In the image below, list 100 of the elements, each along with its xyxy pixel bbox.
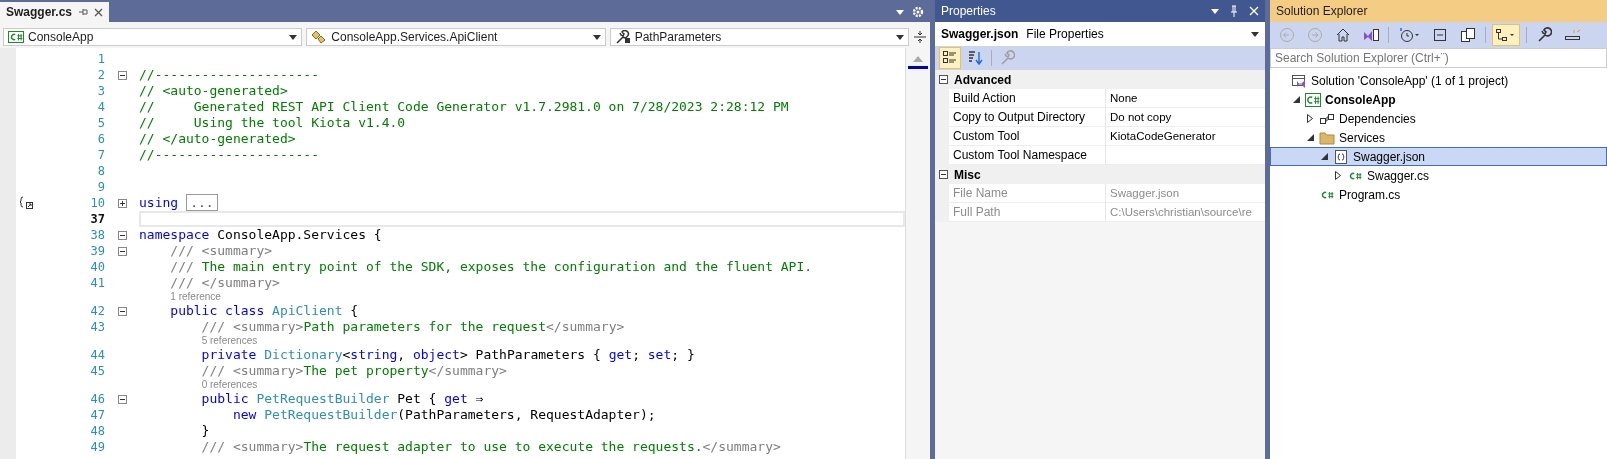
line-number: 10 (89, 196, 105, 210)
tree-item[interactable]: Solution 'ConsoleApp' (1 of 1 project) (1270, 71, 1607, 90)
line-number: 42 (89, 304, 105, 318)
code-line: public class ApiClient { (169, 303, 360, 319)
line-number: 44 (89, 348, 105, 362)
forward-icon (1307, 27, 1323, 43)
panel-title: Properties (941, 4, 996, 18)
preview-icon (1564, 27, 1582, 43)
code-line: /// <summary> (169, 243, 274, 259)
line-number: 2 (96, 68, 105, 82)
line-number: 39 (89, 244, 105, 258)
code-line: /// <summary>Path parameters for the request</summary> (200, 319, 626, 335)
line-number: 43 (89, 320, 105, 334)
tree-item[interactable]: ConsoleApp (1270, 90, 1607, 109)
hierarchy-icon (1495, 27, 1517, 43)
category-name: Misc (954, 167, 981, 182)
code-line: public PetRequestBuilder Pet { get ⇒ (200, 391, 485, 407)
expand-icon (117, 198, 127, 208)
collapse-all-icon (1432, 27, 1448, 43)
collapse-icon (939, 75, 948, 84)
close-icon (1249, 6, 1259, 16)
panel-title: Solution Explorer (1276, 4, 1368, 18)
scroll-up-icon (913, 56, 923, 62)
line-number: 7 (96, 148, 105, 162)
property-name[interactable]: Custom Tool Namespace (949, 146, 1106, 165)
collapse-icon (117, 230, 127, 240)
property-value[interactable]: KiotaCodeGenerator (1106, 127, 1265, 146)
sort-icon (968, 50, 984, 66)
collapse-icon (117, 246, 127, 256)
dropdown-arrow-icon (896, 9, 904, 15)
line-number: 6 (96, 132, 105, 146)
line-number: 37 (89, 212, 105, 226)
line-number: 49 (89, 440, 105, 454)
line-number: 4 (96, 100, 105, 114)
collapsed-arrow-icon (1307, 114, 1313, 123)
code-line: // Using the tool Kiota v1.4.0 (139, 115, 407, 131)
switch-views-icon (1363, 27, 1379, 43)
line-number: 5 (96, 116, 105, 130)
expanded-arrow-icon (1306, 134, 1314, 141)
home-icon (1335, 27, 1351, 43)
tree-item[interactable]: Services (1270, 128, 1607, 147)
navigation-dropdown[interactable]: ConsoleApp (3, 28, 303, 46)
line-number: 40 (89, 260, 105, 274)
dropdown-arrow-icon (1211, 8, 1219, 14)
property-name[interactable]: Copy to Output Directory (949, 108, 1106, 127)
categorized-icon (942, 50, 958, 66)
expanded-arrow-icon (1292, 96, 1300, 103)
code-line: /// </summary> (169, 275, 281, 291)
code-line: private Dictionary<string, object> PathParameters { get; set; } (200, 347, 696, 363)
settings-icon (912, 6, 924, 18)
folder-icon (1319, 129, 1335, 146)
collapsed-arrow-icon (1335, 171, 1341, 180)
code-line: // </auto-generated> (139, 131, 297, 147)
line-number: 9 (96, 180, 105, 194)
line-number: 41 (89, 276, 105, 290)
dropdown-arrow-icon (592, 34, 601, 40)
tree-item[interactable]: Dependencies (1270, 109, 1607, 128)
back-icon (1279, 27, 1295, 43)
wrench-lock-icon (614, 30, 631, 44)
class-icon (311, 30, 328, 44)
reference-count[interactable]: 5 references (201, 335, 258, 347)
line-number: 48 (89, 424, 105, 438)
wrench-icon (1536, 27, 1552, 43)
tree-item[interactable]: Swagger.cs (1270, 166, 1607, 185)
property-value[interactable]: None (1106, 89, 1265, 108)
code-line: //--------------------- (139, 67, 320, 83)
property-value[interactable]: Do not copy (1106, 108, 1265, 127)
line-number: 3 (96, 84, 105, 98)
json-file-icon (1333, 148, 1349, 165)
code-line: namespace ConsoleApp.Services { (139, 227, 383, 243)
project-icon (1305, 92, 1321, 107)
collapse-icon (117, 394, 127, 404)
search-field[interactable]: Search Solution Explorer (Ctrl+¨) (1270, 48, 1607, 68)
clock-icon (1398, 27, 1420, 43)
property-name[interactable]: Build Action (949, 89, 1106, 108)
property-name[interactable]: Custom Tool (949, 127, 1106, 146)
file-tab[interactable]: Swagger.cs (0, 2, 110, 22)
sync-button[interactable] (1492, 24, 1520, 46)
collapse-icon (117, 306, 127, 316)
line-number: 45 (89, 364, 105, 378)
reference-count[interactable]: 0 references (201, 379, 258, 391)
code-line: new PetRequestBuilder(PathParameters, RequestAdapter); (231, 407, 657, 423)
code-line: using ... (139, 195, 905, 211)
line-number: 8 (96, 164, 105, 178)
tree-item[interactable]: Swagger.json (1270, 147, 1607, 166)
collapse-icon (117, 70, 127, 80)
csharp-project-icon (8, 31, 24, 43)
object-selector[interactable]: Swagger.json File Properties (935, 22, 1265, 46)
wrench-icon (999, 50, 1015, 66)
code-line: // Generated REST API Client Code Generator v1.7.2981.0 on 7/28/2023 2:28:12 PM (139, 99, 790, 115)
reference-count[interactable]: 1 reference (170, 291, 221, 303)
line-number: 38 (89, 228, 105, 242)
pin-icon (1229, 5, 1239, 17)
code-line: //--------------------- (139, 147, 320, 163)
navigation-dropdown[interactable]: PathParameters (609, 28, 909, 46)
categorized-button[interactable] (939, 47, 961, 69)
code-line: /// <summary>The pet property</summary> (200, 363, 508, 379)
navigation-dropdown[interactable]: ConsoleApp.Services.ApiClient (306, 28, 606, 46)
tree-item[interactable]: Program.cs (1270, 185, 1607, 204)
line-number: 47 (89, 408, 105, 422)
